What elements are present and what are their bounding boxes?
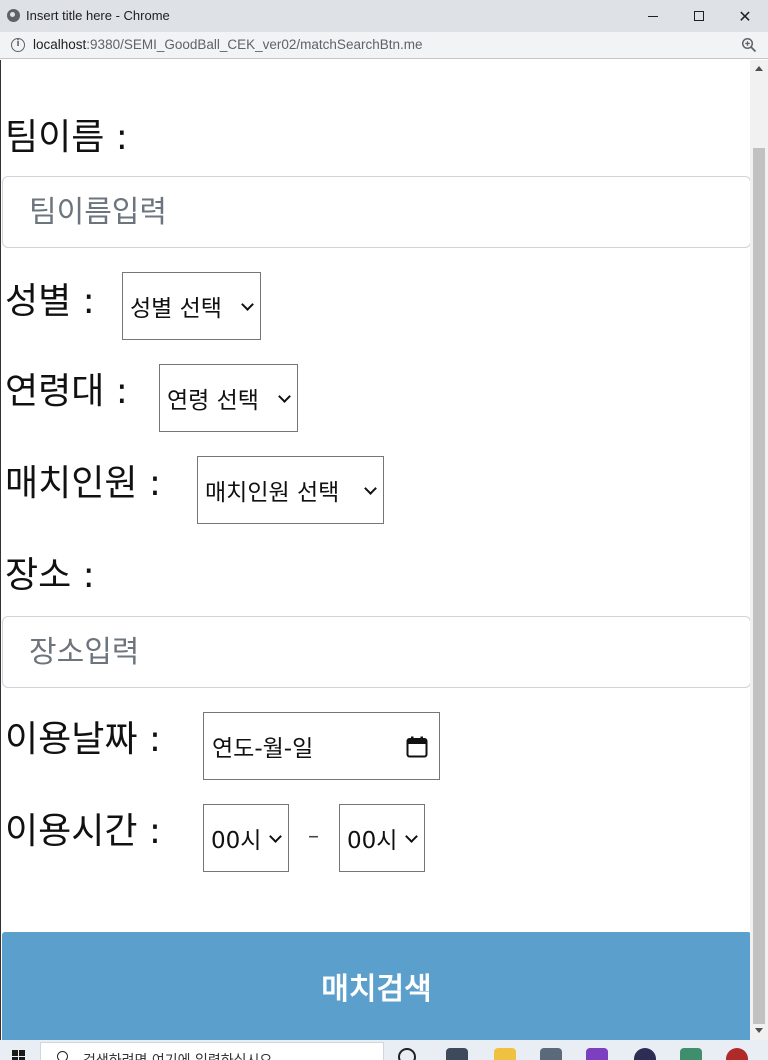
url-host: localhost: [33, 37, 87, 52]
age-group-label: 연령대 :: [5, 371, 128, 412]
close-button[interactable]: ✕: [722, 0, 768, 32]
taskbar-search-box[interactable]: 검색하려면 여기에 입력하십시오.: [40, 1042, 384, 1060]
calendar-icon[interactable]: [405, 735, 429, 759]
close-icon: ✕: [738, 6, 752, 26]
end-time-value: 00시: [347, 828, 398, 854]
gender-select[interactable]: 성별 선택: [122, 272, 261, 340]
eclipse-icon[interactable]: [634, 1048, 656, 1060]
zoom-icon[interactable]: [741, 37, 757, 53]
use-time-label: 이용시간 :: [5, 811, 162, 852]
age-group-select[interactable]: 연령 선택: [159, 364, 298, 432]
match-size-select-value: 매치인원 선택: [205, 480, 340, 506]
match-search-button[interactable]: 매치검색: [2, 932, 750, 1040]
window-title: Insert title here - Chrome: [26, 8, 170, 23]
camera-icon[interactable]: [540, 1048, 562, 1060]
chevron-down-icon: [278, 390, 291, 403]
page-content: 팀이름 : 성별 : 성별 선택 연령대 : 연령 선택 매치인원 : 매치인원…: [0, 60, 750, 1040]
globe-icon: [7, 9, 20, 22]
chevron-down-icon: [405, 830, 418, 843]
app-icon[interactable]: [680, 1048, 702, 1060]
team-name-label: 팀이름 :: [5, 117, 128, 158]
address-bar[interactable]: i localhost:9380/SEMI_GoodBall_CEK_ver02…: [0, 32, 768, 59]
maximize-button[interactable]: [676, 0, 722, 32]
age-group-select-value: 연령 선택: [167, 388, 259, 414]
taskbar-search-placeholder: 검색하려면 여기에 입력하십시오.: [83, 1050, 277, 1060]
gender-select-value: 성별 선택: [130, 296, 222, 322]
minimize-icon: [648, 15, 658, 17]
app-icon[interactable]: [726, 1048, 748, 1060]
start-time-value: 00시: [211, 828, 262, 854]
file-explorer-icon[interactable]: [494, 1048, 516, 1060]
place-input[interactable]: [3, 617, 750, 687]
minimize-button[interactable]: [630, 0, 676, 32]
time-range-separator: –: [308, 824, 319, 849]
use-date-value: 연도-월-일: [212, 736, 314, 762]
visual-studio-icon[interactable]: [586, 1048, 608, 1060]
place-label: 장소 :: [5, 555, 95, 596]
team-name-field[interactable]: [2, 176, 750, 248]
cortana-icon[interactable]: [398, 1048, 416, 1060]
match-size-label: 매치인원 :: [5, 463, 162, 504]
chevron-down-icon: [269, 830, 282, 843]
place-field[interactable]: [2, 616, 750, 688]
scroll-down-arrow-icon[interactable]: [755, 1028, 763, 1033]
windows-taskbar: 검색하려면 여기에 입력하십시오.: [0, 1040, 768, 1060]
task-view-icon[interactable]: [446, 1048, 468, 1060]
windows-start-icon[interactable]: [12, 1050, 26, 1060]
gender-label: 성별 :: [5, 281, 95, 322]
team-name-input[interactable]: [3, 177, 750, 247]
use-date-label: 이용날짜 :: [5, 719, 162, 760]
chevron-down-icon: [241, 298, 254, 311]
chevron-down-icon: [364, 482, 377, 495]
info-icon[interactable]: i: [11, 38, 25, 52]
search-icon: [57, 1051, 68, 1060]
scroll-up-arrow-icon[interactable]: [755, 66, 763, 71]
match-size-select[interactable]: 매치인원 선택: [197, 456, 384, 524]
start-time-select[interactable]: 00시: [203, 804, 289, 872]
end-time-select[interactable]: 00시: [339, 804, 425, 872]
url-text[interactable]: localhost:9380/SEMI_GoodBall_CEK_ver02/m…: [33, 37, 422, 52]
maximize-icon: [694, 11, 704, 21]
url-path: :9380/SEMI_GoodBall_CEK_ver02/matchSearc…: [86, 37, 423, 52]
browser-titlebar: Insert title here - Chrome ✕: [0, 0, 768, 32]
scrollbar-thumb[interactable]: [753, 148, 765, 1024]
vertical-scrollbar[interactable]: [750, 60, 768, 1040]
